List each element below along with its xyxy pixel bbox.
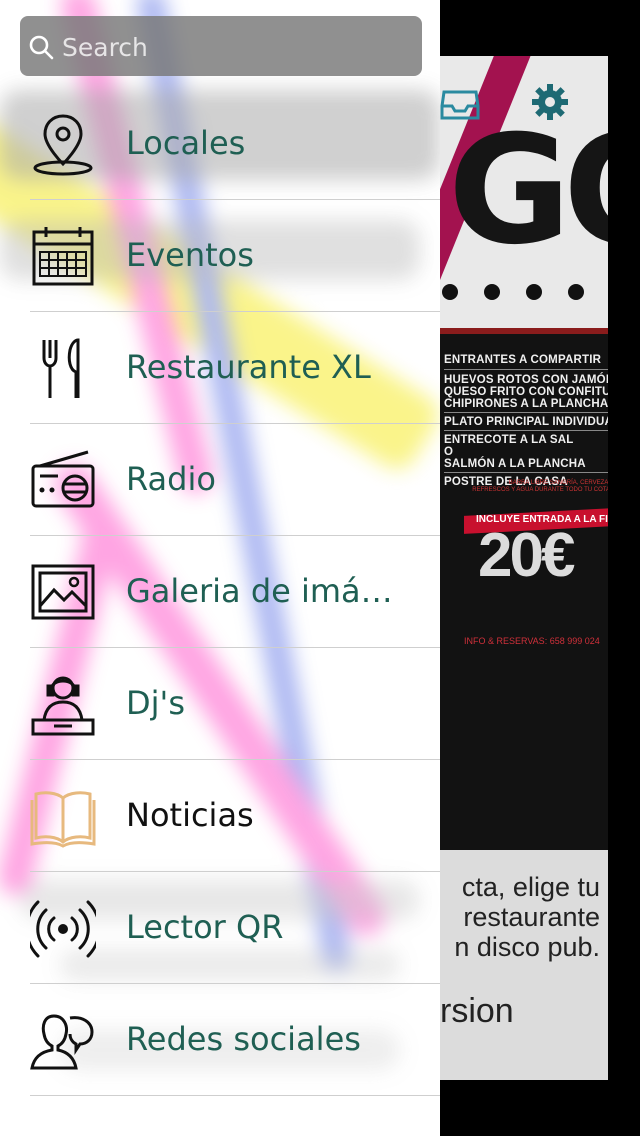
poster-line: PLATO PRINCIPAL INDIVIDUAL [444,416,608,428]
side-drawer: Locales Eventos [0,0,440,1136]
menu-item-label: Locales [126,124,246,162]
radio-icon [31,450,95,508]
menu-item-label: Lector QR [126,908,284,946]
search-icon [29,35,54,60]
menu-item-label: Galeria de imá… [126,572,393,610]
dj-icon [31,676,95,736]
poster-line: O [444,446,454,458]
background-logo-text: GO [448,104,608,278]
fork-knife-icon [42,338,80,398]
poster-line: ENTRECOTE A LA SAL [444,434,574,446]
menu-item-restaurante-xl[interactable]: Restaurante XL [30,312,440,424]
poster-line: CHIPIRONES A LA PLANCHA [444,398,608,410]
search-input[interactable] [60,26,414,68]
menu-item-eventos[interactable]: Eventos [30,200,440,312]
search-bar[interactable] [20,16,422,76]
open-book-icon [30,791,96,848]
gear-icon[interactable] [530,82,570,122]
poster-small-print: BARRA LIBRE SANGRÍA, CERVEZA, REFRESCOS … [472,480,608,493]
location-pin-icon [33,114,93,176]
poster-info: INFO & RESERVAS: 658 999 024 [464,636,600,646]
menu-item-label: Restaurante XL [126,348,371,386]
poster-price: 20€ [478,521,575,590]
broadcast-icon [30,900,96,958]
menu-item-label: Radio [126,460,216,498]
social-people-icon [30,1014,94,1070]
menu-item-radio[interactable]: Radio [30,424,440,536]
menu-item-label: Noticias [126,796,254,834]
image-gallery-icon [31,564,95,620]
menu-item-djs[interactable]: Dj's [30,648,440,760]
menu-item-label: Eventos [126,236,254,274]
menu-item-redes-sociales[interactable]: Redes sociales [30,984,440,1096]
background-body-text: cta, elige tu restaurante n disco pub. [454,872,600,962]
poster-line: QUESO FRITO CON CONFITURA [444,386,608,398]
poster-line: HUEVOS ROTOS CON JAMÓN [444,374,608,386]
poster-line: SALMÓN A LA PLANCHA [444,458,586,470]
menu-item-lector-qr[interactable]: Lector QR [30,872,440,984]
menu-item-label: Dj's [126,684,185,722]
inbox-icon[interactable] [440,88,480,120]
poster-line: ENTRANTES A COMPARTIR [444,354,602,366]
background-dots [442,284,608,300]
menu-item-label: Redes sociales [126,1020,361,1058]
menu-item-locales[interactable]: Locales [30,88,440,200]
calendar-icon [32,227,94,286]
menu-item-noticias[interactable]: Noticias [30,760,440,872]
side-menu: Locales Eventos Restaurante XL Radio Gal… [0,88,440,1096]
background-heading: rsion [440,992,514,1030]
menu-item-galeria[interactable]: Galeria de imá… [30,536,440,648]
